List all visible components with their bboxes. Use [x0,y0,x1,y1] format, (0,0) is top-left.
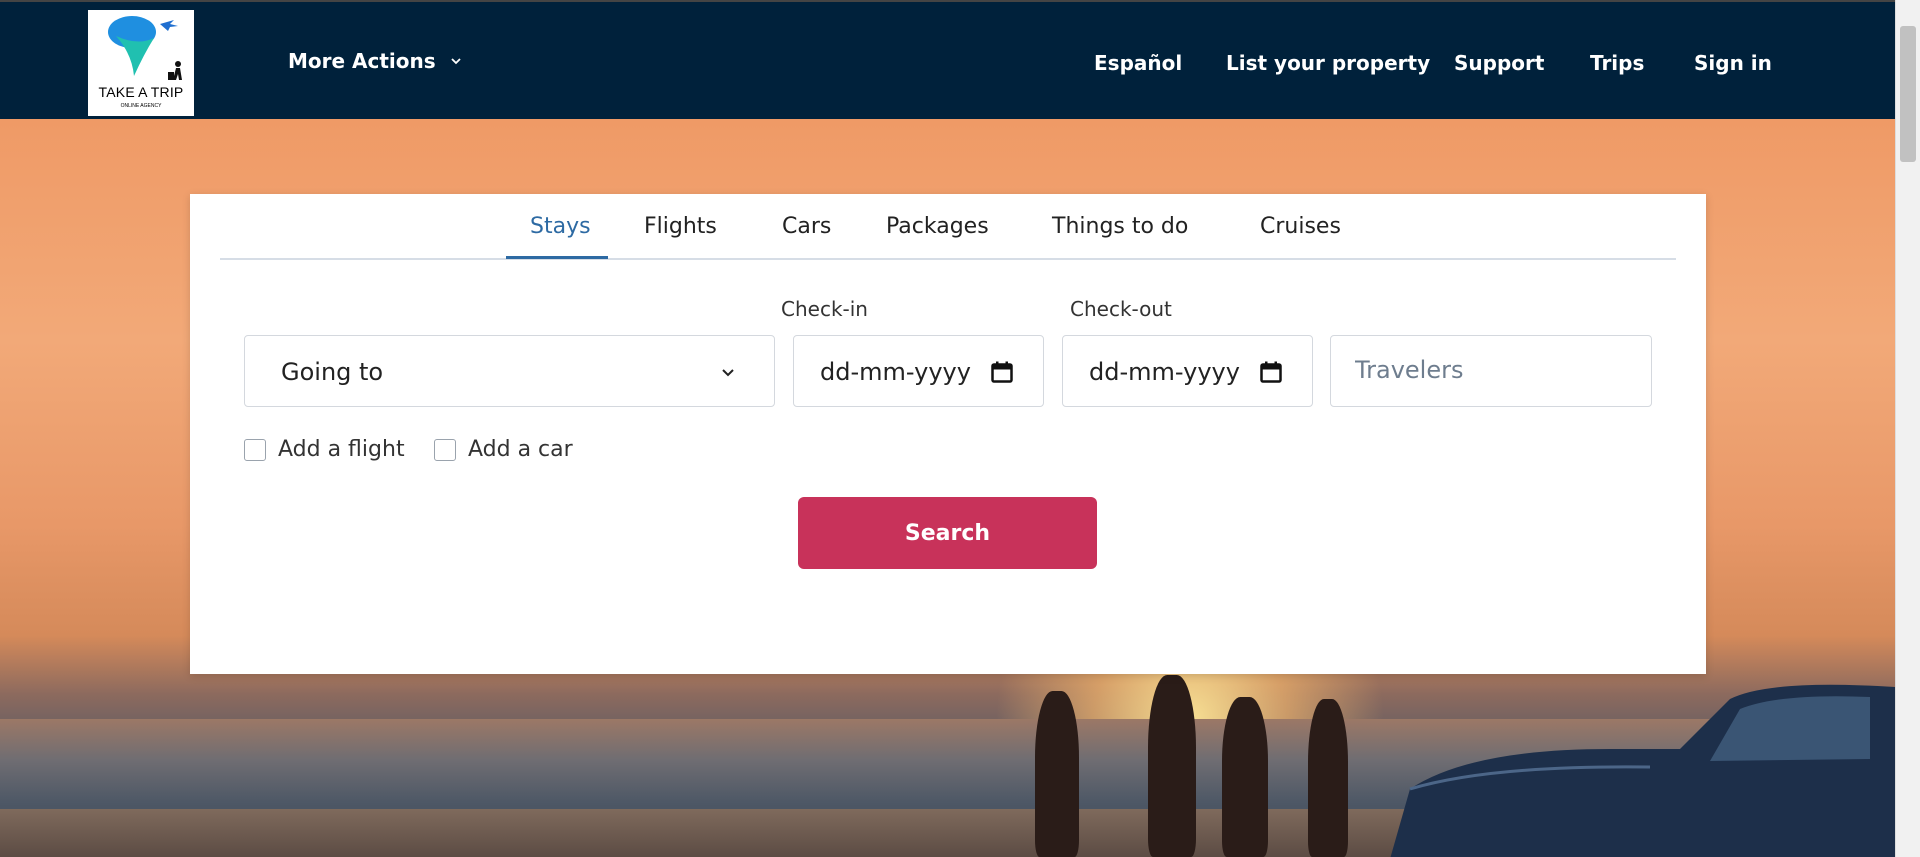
destination-select-value: Going to [281,358,384,386]
search-tabs: Stays Flights Cars Packages Things to do… [220,194,1676,260]
more-actions-label: More Actions [288,49,436,73]
tab-stays[interactable]: Stays [530,214,591,239]
scrollbar-thumb[interactable] [1900,26,1916,162]
checkbox-box[interactable] [434,438,456,461]
search-panel: Stays Flights Cars Packages Things to do… [190,194,1706,674]
travelers-field[interactable] [1330,335,1652,407]
add-flight-label: Add a flight [278,437,405,462]
checkbox-box[interactable] [244,438,266,461]
top-navigation: TAKE A TRIP ONLINE AGENCY More Actions E… [0,0,1895,119]
add-car-checkbox[interactable]: Add a car [434,437,573,462]
travelers-input[interactable] [1355,356,1635,384]
chevron-down-icon [722,369,734,377]
tab-cruises[interactable]: Cruises [1260,214,1341,239]
tab-things-to-do[interactable]: Things to do [1052,214,1188,239]
more-actions-menu[interactable]: More Actions [288,49,462,73]
logo-subtext: ONLINE AGENCY [120,103,162,109]
checkout-date-value: dd-mm-yyyy [1089,358,1240,386]
checkout-label: Check-out [1070,297,1172,321]
nav-link-support[interactable]: Support [1454,51,1544,75]
calendar-icon[interactable] [1260,361,1282,383]
logo-graphic-icon [108,16,182,80]
search-button[interactable]: Search [798,497,1097,569]
active-tab-indicator [506,256,608,259]
nav-link-language[interactable]: Español [1094,51,1182,75]
add-flight-checkbox[interactable]: Add a flight [244,437,405,462]
destination-select[interactable]: Going to [244,335,775,407]
nav-link-trips[interactable]: Trips [1590,51,1644,75]
checkin-date-value: dd-mm-yyyy [820,358,971,386]
checkin-date-input[interactable]: dd-mm-yyyy [793,335,1044,407]
checkout-date-input[interactable]: dd-mm-yyyy [1062,335,1313,407]
tab-flights[interactable]: Flights [644,214,717,239]
tab-cars[interactable]: Cars [782,214,831,239]
logo-text: TAKE A TRIP [98,84,184,100]
site-logo[interactable]: TAKE A TRIP ONLINE AGENCY [88,10,194,116]
chevron-down-icon [451,58,461,65]
checkin-label: Check-in [781,297,868,321]
nav-link-sign-in[interactable]: Sign in [1694,51,1772,75]
tab-packages[interactable]: Packages [886,214,989,239]
page-scrollbar[interactable] [1895,0,1920,857]
nav-link-list-property[interactable]: List your property [1226,51,1430,75]
calendar-icon[interactable] [991,361,1013,383]
add-car-label: Add a car [468,437,573,462]
